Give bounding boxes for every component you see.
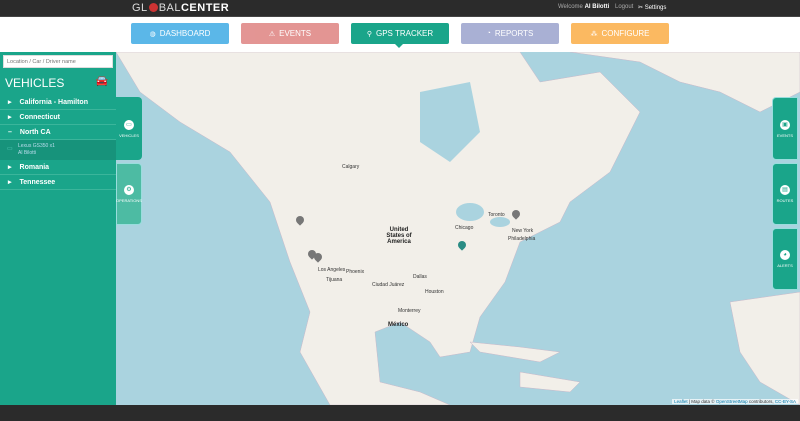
nav-events[interactable]: ⚠ EVENTS <box>241 23 339 44</box>
logo[interactable]: GL BALCENTER <box>132 2 229 14</box>
logo-text-bold: CENTER <box>180 2 230 14</box>
tab-label: EVENTS <box>776 132 793 138</box>
welcome-text: Welcome Al Bilotti <box>558 4 609 10</box>
settings-label: Settings <box>644 5 667 11</box>
nav-reports[interactable]: ◔ REPORTS <box>461 23 559 44</box>
tab-label: OPERATIONS <box>116 198 142 203</box>
tab-vehicles[interactable]: ▭ VEHICLES <box>116 97 142 160</box>
map-label: Calgary <box>342 164 360 170</box>
caret-right-icon: ▸ <box>8 164 12 171</box>
nav-gps-tracker[interactable]: ⚲ GPS TRACKER <box>351 23 449 44</box>
group-item[interactable]: – North CA <box>0 125 116 140</box>
group-item[interactable]: ▸ Romania <box>0 160 116 175</box>
active-indicator <box>395 44 403 48</box>
car-icon: 🚘 <box>95 76 108 87</box>
alerts-icon: ◕ <box>780 250 790 260</box>
bottom-bar <box>0 405 800 421</box>
map-label: New York <box>512 228 534 234</box>
caret-right-icon: ▸ <box>8 179 12 186</box>
warning-icon: ⚠ <box>268 30 276 38</box>
tab-label: ROUTES <box>776 198 794 203</box>
welcome-label: Welcome <box>558 4 583 10</box>
user-name: Al Bilotti <box>584 4 610 10</box>
tab-routes[interactable]: ▤ ROUTES <box>772 163 798 225</box>
map-label: Chicago <box>455 225 474 231</box>
nav-label: CONFIGURE <box>601 29 650 38</box>
map-attribution: Leaflet | Map data © OpenStreetMap contr… <box>672 399 798 404</box>
tab-alerts[interactable]: ◕ ALERTS <box>772 228 798 290</box>
globe-logo-icon <box>148 3 158 12</box>
group-label: North CA <box>19 128 51 136</box>
logout-link[interactable]: Logout <box>615 4 633 10</box>
car-icon: ▭ <box>124 119 134 130</box>
main-nav: ◍ DASHBOARD ⚠ EVENTS ⚲ GPS TRACKER ◔ REPORTS… <box>0 23 800 52</box>
group-label: Tennessee <box>19 178 56 186</box>
map-label: Philadelphia <box>508 236 536 242</box>
sitemap-icon: ⁂ <box>590 30 598 38</box>
nav-dashboard[interactable]: ◍ DASHBOARD <box>131 23 229 44</box>
osm-link[interactable]: OpenStreetMap <box>716 399 748 404</box>
group-label: Romania <box>19 163 50 171</box>
map-label: Monterrey <box>398 308 421 314</box>
tab-label: ALERTS <box>777 263 793 268</box>
logo-text: BAL <box>158 2 181 14</box>
chart-icon: ◔ <box>486 30 491 37</box>
caret-right-icon: ▸ <box>8 114 12 121</box>
routes-icon: ▤ <box>780 185 790 195</box>
group-item[interactable]: ▸ California - Hamilton <box>0 95 116 110</box>
tab-events[interactable]: ▣ EVENTS <box>772 97 798 160</box>
map-label: Dallas <box>413 274 427 280</box>
vehicles-sidebar: VEHICLES 🚘 ▸ California - Hamilton ▸ Conne… <box>0 52 116 405</box>
map-label: Ciudad Juárez <box>372 282 405 288</box>
nav-label: EVENTS <box>279 29 312 38</box>
group-label: Connecticut <box>19 113 60 121</box>
map-label: Phoenix <box>346 269 365 275</box>
vehicle-item[interactable]: ▭ Lexus GS350 x1 Al Bilotti <box>0 140 116 160</box>
group-label: California - Hamilton <box>19 98 88 106</box>
search-input[interactable] <box>3 55 113 68</box>
attribution-text: | Map data © <box>687 399 716 404</box>
events-icon: ▣ <box>780 119 790 130</box>
tools-icon: ✂ <box>638 5 644 11</box>
vehicle-driver: Al Bilotti <box>18 150 37 156</box>
vehicle-model: Lexus GS350 x1 <box>18 143 55 149</box>
settings-link[interactable]: ✂ Settings <box>638 4 666 11</box>
top-bar: GL BALCENTER Welcome Al Bilotti Logout ✂ … <box>0 0 800 17</box>
vehicle-group-list: ▸ California - Hamilton ▸ Connecticut – Nor… <box>0 95 116 190</box>
map-label: United States of America <box>386 227 412 245</box>
group-item[interactable]: ▸ Connecticut <box>0 110 116 125</box>
map-label: Toronto <box>488 212 505 218</box>
map-label: Houston <box>425 289 444 295</box>
collapse-icon: – <box>8 128 12 136</box>
logo-text: GL <box>132 2 148 14</box>
map-label: Los Angeles <box>318 267 346 273</box>
car-icon: ▭ <box>7 146 13 152</box>
tab-operations[interactable]: ⚙ OPERATIONS <box>116 163 142 225</box>
tab-label: VEHICLES <box>119 132 139 138</box>
leaflet-link[interactable]: Leaflet <box>674 399 688 404</box>
nav-label: REPORTS <box>494 29 534 38</box>
map-label: México <box>388 322 409 328</box>
caret-right-icon: ▸ <box>8 99 12 106</box>
license-link[interactable]: CC-BY-SA <box>775 399 796 404</box>
nav-label: GPS TRACKER <box>375 29 434 38</box>
pin-icon: ⚲ <box>366 30 372 38</box>
sidebar-title: VEHICLES <box>5 76 65 90</box>
group-item[interactable]: ▸ Tennessee <box>0 175 116 190</box>
nav-configure[interactable]: ⁂ CONFIGURE <box>571 23 669 44</box>
nav-label: DASHBOARD <box>159 29 211 38</box>
map-label: Tijuana <box>326 277 343 283</box>
globe-icon: ◍ <box>149 30 156 38</box>
wrench-icon: ⚙ <box>124 185 134 195</box>
attribution-text: contributors, <box>747 399 775 404</box>
